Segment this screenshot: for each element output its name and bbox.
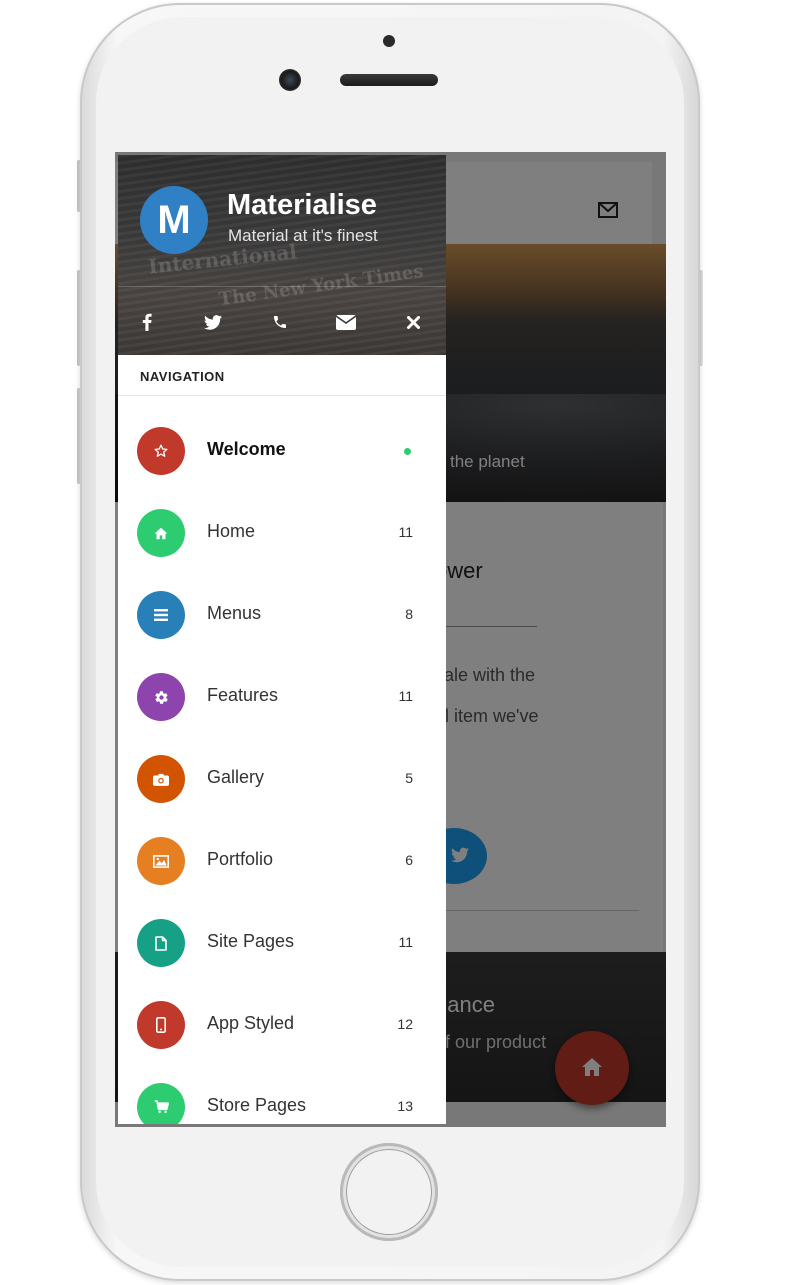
nav-icon-circle — [137, 919, 185, 967]
navigation-drawer: International The New York Times M Mater… — [118, 155, 446, 1124]
nav-count-badge: 12 — [397, 1016, 413, 1032]
active-indicator-dot — [404, 448, 411, 455]
nav-count-badge: 11 — [398, 934, 413, 950]
home-button[interactable] — [340, 1143, 438, 1241]
mobile-icon — [156, 1017, 166, 1033]
nav-label: Gallery — [207, 767, 265, 787]
image-icon — [153, 854, 169, 868]
star-icon — [154, 444, 168, 457]
file-icon — [155, 935, 167, 951]
nav-item-features[interactable]: Features 11 — [118, 658, 446, 740]
nav-item-home[interactable]: Home 11 — [118, 494, 446, 576]
nav-icon-circle — [137, 591, 185, 639]
nav-icon-circle — [137, 509, 185, 557]
nav-label: Menus — [207, 603, 262, 623]
camera-icon — [153, 773, 169, 786]
close-icon — [406, 315, 420, 329]
nav-divider — [118, 395, 446, 396]
nav-item-site-pages[interactable]: Site Pages 11 — [118, 904, 446, 986]
gear-icon — [154, 690, 168, 704]
nav-heading: NAVIGATION — [140, 369, 225, 384]
nav-item-app-styled[interactable]: App Styled 12 — [118, 986, 446, 1068]
facebook-icon — [142, 313, 152, 331]
phone-icon — [274, 316, 286, 328]
front-camera — [279, 69, 301, 91]
nav-icon-circle — [137, 755, 185, 803]
phone-screen: the planet ower sale with the ul item we… — [115, 152, 666, 1127]
nav-icon-circle — [137, 1083, 185, 1124]
nav-count-badge: 6 — [405, 852, 413, 868]
nav-count-badge: 5 — [405, 770, 413, 786]
email-button[interactable] — [332, 308, 360, 336]
nav-item-menus[interactable]: Menus 8 — [118, 576, 446, 658]
envelope-icon — [336, 314, 356, 330]
twitter-icon — [204, 314, 222, 330]
nav-count-badge: 13 — [397, 1098, 413, 1114]
nav-label: Store Pages — [207, 1095, 307, 1115]
phone-button[interactable] — [266, 308, 294, 336]
nav-count-badge: 11 — [398, 688, 413, 704]
home-icon — [154, 527, 168, 539]
logo-letter: M — [157, 198, 191, 242]
nav-label: Features — [207, 685, 279, 705]
nav-icon-circle — [137, 427, 185, 475]
brand-title: Materialise — [227, 189, 377, 221]
nav-count-badge: 8 — [405, 606, 413, 622]
nav-count-badge: 11 — [398, 524, 413, 540]
brand-subtitle: Material at it's finest — [228, 226, 378, 245]
nav-label: Welcome — [207, 439, 286, 459]
cart-icon — [154, 1100, 169, 1114]
nav-icon-circle — [137, 1001, 185, 1049]
nav-icon-circle — [137, 673, 185, 721]
close-drawer-button[interactable] — [399, 308, 427, 336]
header-divider — [118, 286, 446, 287]
bars-icon — [154, 609, 168, 621]
nav-label: App Styled — [207, 1013, 295, 1033]
nav-label: Home — [207, 521, 256, 541]
nav-label: Site Pages — [207, 931, 295, 951]
nav-item-welcome[interactable]: Welcome — [118, 412, 446, 494]
proximity-sensor — [383, 35, 395, 47]
nav-label: Portfolio — [207, 849, 274, 869]
brand-logo[interactable]: M — [140, 186, 208, 254]
nav-item-gallery[interactable]: Gallery 5 — [118, 740, 446, 822]
nav-item-portfolio[interactable]: Portfolio 6 — [118, 822, 446, 904]
nav-icon-circle — [137, 837, 185, 885]
twitter-button[interactable] — [199, 308, 227, 336]
earpiece-speaker — [340, 74, 438, 86]
drawer-header: International The New York Times M Mater… — [118, 155, 446, 355]
facebook-button[interactable] — [133, 308, 161, 336]
nav-item-store-pages[interactable]: Store Pages 13 — [118, 1068, 446, 1124]
